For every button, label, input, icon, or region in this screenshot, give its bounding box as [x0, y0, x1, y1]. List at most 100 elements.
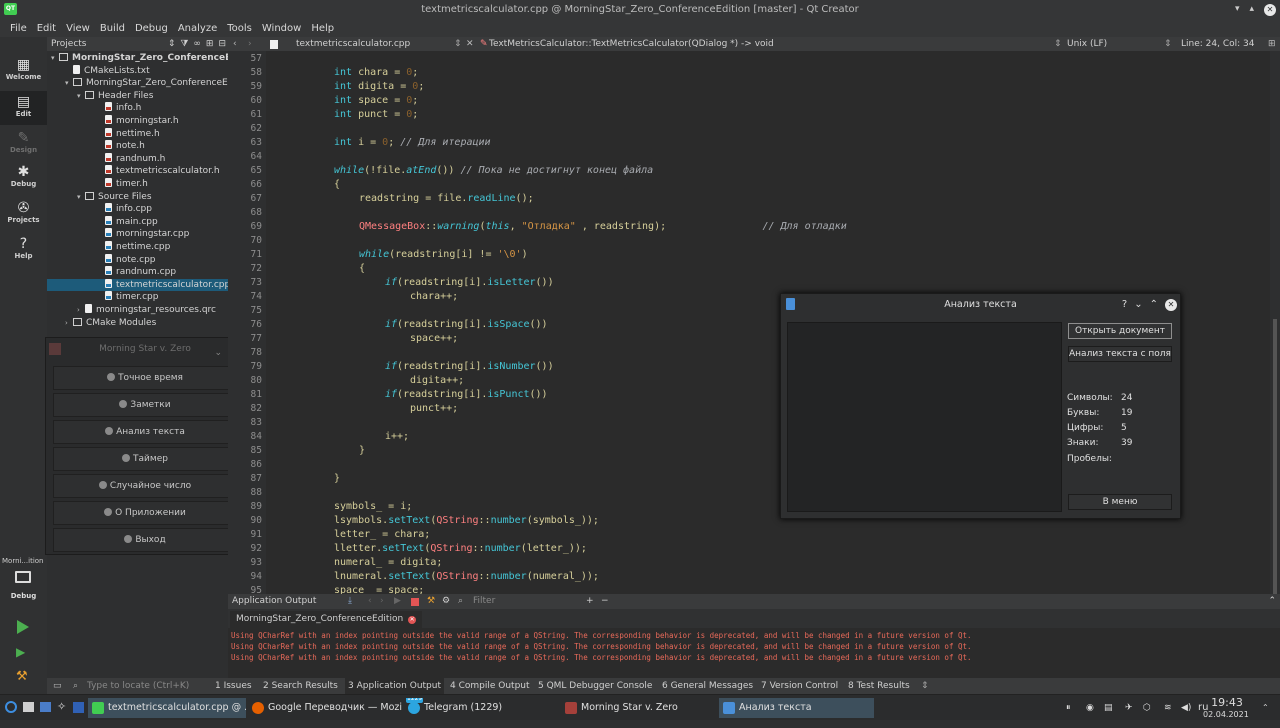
prev-icon[interactable]: ‹ — [368, 594, 372, 609]
open-document-button[interactable]: Открыть документ — [1068, 323, 1172, 339]
mode-projects[interactable]: ✇ Projects — [0, 200, 47, 224]
menu-debug[interactable]: Debug — [130, 23, 173, 34]
task-qtcreator[interactable]: textmetricscalculator.cpp @ ... — [88, 698, 246, 718]
menu-analyze[interactable]: Analyze — [173, 23, 222, 34]
exact-time-button[interactable]: Точное время — [53, 366, 237, 390]
symbol-dropdown-icon[interactable]: ⇕ — [1054, 37, 1062, 51]
sort-icon[interactable]: ⇕ — [168, 37, 176, 51]
clean-icon[interactable]: ⚒ — [427, 594, 435, 609]
tree-item[interactable]: note.cpp — [47, 253, 228, 267]
wifi-icon[interactable]: ≋ — [1164, 695, 1172, 721]
zoom-in-icon[interactable]: + — [586, 594, 594, 609]
text-input-area[interactable] — [787, 322, 1062, 512]
close-icon[interactable]: ✕ — [1264, 3, 1276, 16]
stop-icon[interactable] — [411, 598, 419, 606]
tree-item[interactable]: morningstar.h — [47, 115, 228, 128]
tree-item[interactable]: randnum.h — [47, 152, 228, 166]
pane-compile-output[interactable]: 4 Compile Output — [450, 678, 530, 694]
task-firefox[interactable]: Google Переводчик — Mozil... — [248, 698, 402, 718]
expand-icon[interactable]: ▾ — [51, 52, 59, 65]
back-to-menu-button[interactable]: В меню — [1068, 494, 1172, 510]
tree-item[interactable]: morningstar.cpp — [47, 228, 228, 241]
maximize-icon[interactable]: ▴ — [1249, 0, 1254, 19]
tree-item[interactable]: › morningstar_resources.qrc — [47, 304, 228, 317]
cursor-position[interactable]: Line: 24, Col: 34 — [1181, 37, 1254, 51]
filter-icon[interactable]: ⧩ — [180, 37, 188, 51]
maximize-pane-icon[interactable]: ⌃ — [1268, 594, 1276, 609]
zoom-out-icon[interactable]: − — [601, 594, 609, 609]
settings-icon[interactable]: ⚙ — [442, 594, 450, 609]
next-icon[interactable]: › — [380, 594, 384, 609]
discord-icon[interactable] — [40, 702, 51, 712]
timer-button[interactable]: Таймер — [53, 447, 237, 471]
pane-search-results[interactable]: 2 Search Results — [263, 678, 338, 694]
menu-tools[interactable]: Tools — [222, 23, 257, 34]
pane-general-messages[interactable]: 6 General Messages — [662, 678, 753, 694]
maximize-icon[interactable]: ⌃ — [1150, 294, 1158, 316]
attach-icon[interactable]: ⤓ — [348, 594, 352, 609]
expand-icon[interactable]: ▾ — [77, 191, 85, 204]
tree-item[interactable]: nettime.cpp — [47, 241, 228, 254]
forward-icon[interactable]: › — [248, 37, 252, 51]
task-morningstar[interactable]: Morning Star v. Zero — [561, 698, 715, 718]
run-target-label[interactable]: Morni...ition — [2, 557, 44, 565]
mode-welcome[interactable]: ▦ Welcome — [0, 57, 47, 81]
editor-scrollbar[interactable] — [1270, 51, 1280, 641]
build-hammer-icon[interactable]: ⚒ — [16, 669, 28, 684]
mode-debug[interactable]: ✱ Debug — [0, 164, 47, 188]
tree-item[interactable]: info.h — [47, 102, 228, 115]
random-number-button[interactable]: Случайное число — [53, 474, 237, 498]
scrollbar-thumb[interactable] — [1273, 319, 1277, 641]
file-selector[interactable]: textmetricscalculator.cpp — [296, 37, 410, 51]
clipboard-icon[interactable]: ▤ — [1104, 695, 1113, 721]
close-icon[interactable]: ✕ — [1165, 299, 1177, 311]
discord-tray-icon[interactable]: ◉ — [1086, 695, 1094, 721]
split-icon[interactable]: ⊞ — [206, 37, 214, 51]
encoding-dropdown-icon[interactable]: ⇕ — [1164, 37, 1172, 51]
expand-icon[interactable]: ▾ — [65, 77, 73, 90]
pane-issues[interactable]: 1 Issues — [215, 678, 252, 694]
chevron-up-icon[interactable]: ⌃ — [1262, 695, 1269, 721]
output-tab[interactable]: MorningStar_Zero_ConferenceEdition ✕ — [230, 611, 423, 628]
monitor-icon[interactable] — [15, 571, 31, 583]
pause-icon[interactable]: ⏸ — [1066, 695, 1071, 721]
mode-edit[interactable]: ▤ Edit — [0, 91, 47, 125]
debug-run-icon[interactable]: ▶ — [16, 645, 29, 659]
file-dropdown-icon[interactable]: ⇕ — [454, 37, 462, 51]
minimize-icon[interactable]: ⌄ — [214, 342, 222, 364]
files-icon[interactable] — [23, 702, 34, 712]
tree-item[interactable]: note.h — [47, 140, 228, 153]
tree-item[interactable]: CMakeLists.txt — [47, 64, 228, 78]
menu-window[interactable]: Window — [257, 23, 306, 34]
mode-design[interactable]: ✎ Design — [0, 130, 47, 154]
locator-input[interactable]: Type to locate (Ctrl+K) — [87, 678, 189, 694]
pane-version-control[interactable]: 7 Version Control — [761, 678, 838, 694]
telegram-tray-icon[interactable]: ✈ — [1125, 695, 1133, 721]
pane-application-output[interactable]: 3 Application Output — [345, 678, 444, 694]
expand-icon[interactable]: ▾ — [77, 90, 85, 103]
about-button[interactable]: О Приложении — [53, 501, 237, 525]
pane-test-results[interactable]: 8 Test Results — [848, 678, 910, 694]
tree-item[interactable]: timer.h — [47, 178, 228, 191]
expand-icon[interactable]: › — [65, 317, 73, 330]
help-icon[interactable]: ? — [1122, 294, 1127, 316]
menu-help[interactable]: Help — [306, 23, 339, 34]
tree-item[interactable]: randnum.cpp — [47, 266, 228, 279]
output-log[interactable]: Using QCharRef with an index pointing ou… — [228, 628, 1280, 678]
more-panes-icon[interactable]: ⇕ — [921, 678, 929, 694]
tree-item[interactable]: main.cpp — [47, 215, 228, 229]
close-tab-icon[interactable]: ✕ — [408, 616, 417, 624]
clock-date[interactable]: 02.04.2021 — [1203, 702, 1249, 728]
tree-item[interactable]: nettime.h — [47, 127, 228, 141]
start-menu-icon[interactable] — [5, 701, 17, 713]
tree-item[interactable]: ▾ MorningStar_Zero_ConferenceE — [47, 52, 228, 65]
tree-item[interactable]: › CMake Modules — [47, 317, 228, 330]
tree-item[interactable]: ▾ Source Files — [47, 191, 228, 204]
menu-build[interactable]: Build — [95, 23, 130, 34]
text-analysis-button[interactable]: Анализ текста — [53, 420, 237, 444]
pane-qml-console[interactable]: 5 QML Debugger Console — [538, 678, 652, 694]
projects-selector[interactable]: Projects — [51, 39, 86, 49]
exit-button[interactable]: Выход — [53, 528, 237, 552]
notes-button[interactable]: Заметки — [53, 393, 237, 417]
filter-input[interactable]: Filter — [473, 594, 495, 609]
